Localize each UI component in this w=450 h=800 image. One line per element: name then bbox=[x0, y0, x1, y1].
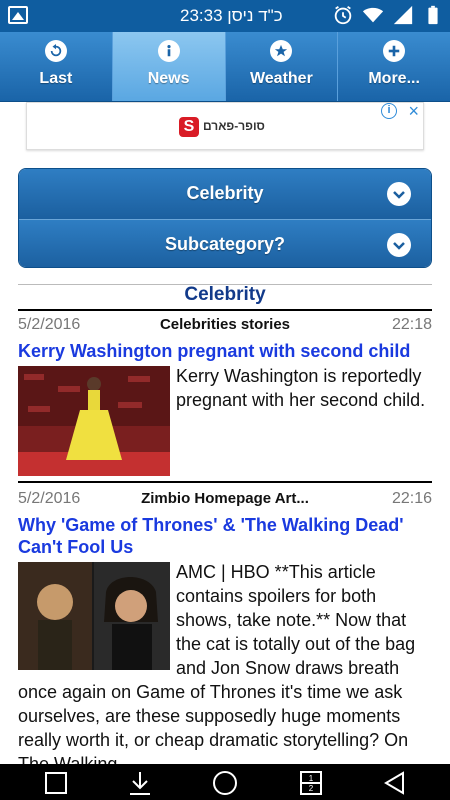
tab-weather-label: Weather bbox=[249, 70, 313, 87]
wifi-icon bbox=[362, 7, 384, 23]
battery-icon bbox=[428, 5, 438, 25]
tab-weather[interactable]: Weather bbox=[226, 32, 339, 101]
category-selectors: Celebrity Subcategory? bbox=[18, 168, 432, 268]
square-icon[interactable] bbox=[42, 770, 70, 796]
article-meta: 5/2/2016 Zimbio Homepage Art... 22:16 bbox=[18, 490, 432, 512]
plus-icon bbox=[383, 40, 406, 62]
article-headline[interactable]: Kerry Washington pregnant with second ch… bbox=[18, 340, 432, 362]
top-nav: Last News Weather More... bbox=[0, 32, 450, 102]
chevron-down-icon bbox=[387, 182, 411, 206]
status-bar: 23:33 כ"ד ניסן bbox=[0, 0, 450, 32]
tab-news[interactable]: News bbox=[112, 32, 226, 101]
article-time: 22:18 bbox=[391, 316, 432, 333]
list-item: 5/2/2016 Zimbio Homepage Art... 22:16 Wh… bbox=[18, 490, 432, 776]
subcategory-label: Subcategory? bbox=[164, 234, 286, 254]
system-nav-bar: 12 bbox=[0, 764, 450, 800]
chevron-down-icon bbox=[387, 233, 411, 257]
tab-more-label: More... bbox=[368, 70, 420, 87]
article-body: Kerry Washington is reportedly pregnant … bbox=[18, 364, 432, 476]
image-icon bbox=[8, 6, 28, 24]
tab-more[interactable]: More... bbox=[338, 32, 450, 101]
ad-banner[interactable]: S סופר-פארם i × bbox=[26, 101, 424, 150]
article-thumbnail[interactable] bbox=[18, 366, 170, 476]
status-icons bbox=[332, 4, 444, 26]
close-icon[interactable]: × bbox=[408, 101, 419, 122]
ad-text: סופר-פארם bbox=[203, 119, 265, 133]
tab-last[interactable]: Last bbox=[0, 32, 113, 101]
ad-logo: S bbox=[179, 117, 199, 137]
divider bbox=[18, 309, 432, 311]
info-icon[interactable]: i bbox=[381, 103, 397, 119]
status-clock: 23:33 כ"ד ניסן bbox=[180, 6, 283, 25]
category-label: Celebrity bbox=[186, 183, 264, 203]
alarm-icon bbox=[334, 5, 352, 25]
list-item: 5/2/2016 Celebrities stories 22:18 Kerry… bbox=[18, 316, 432, 476]
download-icon[interactable] bbox=[126, 770, 154, 796]
category-select[interactable]: Celebrity bbox=[19, 169, 431, 219]
article-source: Celebrities stories bbox=[159, 316, 291, 333]
info-icon bbox=[157, 40, 180, 62]
tab-last-label: Last bbox=[39, 70, 73, 87]
section-title: Celebrity bbox=[184, 284, 266, 305]
article-source: Zimbio Homepage Art... bbox=[141, 490, 309, 507]
back-triangle-icon[interactable] bbox=[381, 770, 409, 796]
article-meta: 5/2/2016 Celebrities stories 22:18 bbox=[18, 316, 432, 338]
tab-news-label: News bbox=[147, 70, 190, 87]
article-headline[interactable]: Why 'Game of Thrones' & 'The Walking Dea… bbox=[18, 514, 432, 558]
article-summary: Kerry Washington is reportedly pregnant … bbox=[176, 366, 426, 410]
star-icon bbox=[270, 40, 293, 62]
dual-window-icon[interactable]: 12 bbox=[297, 770, 325, 796]
signal-icon bbox=[393, 5, 413, 25]
circle-icon[interactable] bbox=[211, 770, 239, 796]
dual-window-digit-2: 2 bbox=[309, 784, 314, 793]
subcategory-select[interactable]: Subcategory? bbox=[19, 219, 431, 267]
dual-window-digit-1: 1 bbox=[309, 774, 314, 783]
back-icon bbox=[44, 40, 67, 62]
article-time: 22:16 bbox=[391, 490, 432, 507]
divider bbox=[18, 481, 432, 483]
article-thumbnail[interactable] bbox=[18, 562, 170, 670]
article-body: AMC | HBO **This article contains spoile… bbox=[18, 560, 432, 776]
